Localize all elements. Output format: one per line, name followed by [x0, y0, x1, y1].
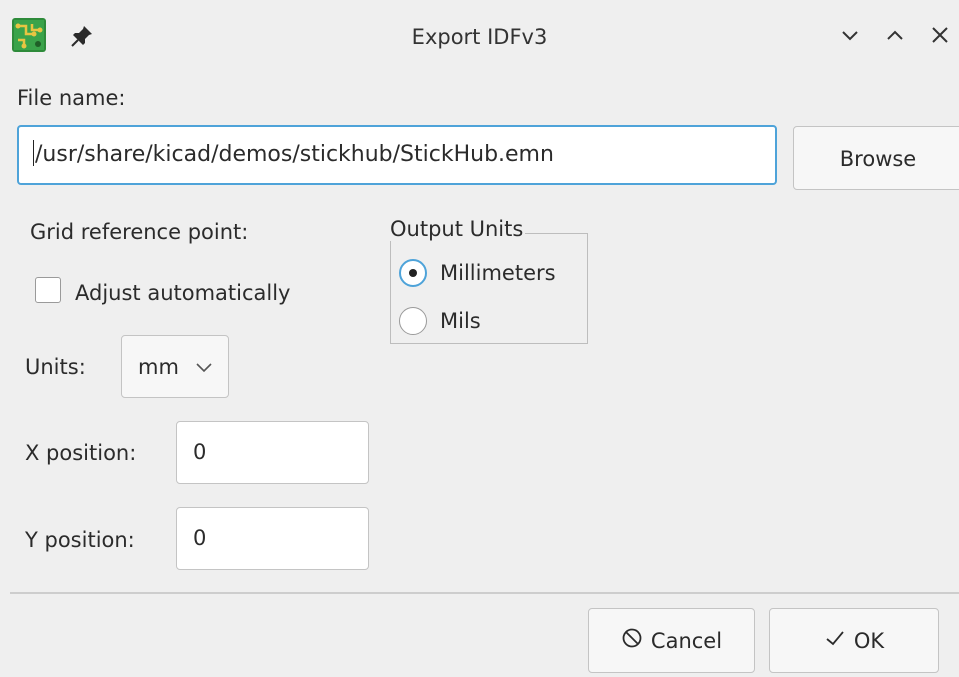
checkmark-icon — [824, 627, 846, 654]
ok-label: OK — [853, 628, 885, 653]
cancel-label: Cancel — [650, 628, 723, 653]
file-name-value: /usr/share/kicad/demos/stickhub/StickHub… — [35, 142, 554, 167]
mils-label[interactable]: Mils — [440, 309, 481, 333]
cancel-button[interactable]: Cancel — [588, 608, 755, 673]
file-name-label: File name: — [17, 86, 126, 110]
x-position-input[interactable]: 0 — [176, 421, 369, 484]
grid-reference-label: Grid reference point: — [30, 220, 249, 244]
units-label: Units: — [25, 355, 86, 379]
maximize-icon[interactable] — [880, 20, 910, 50]
close-icon[interactable] — [925, 20, 955, 50]
adjust-automatically-checkbox[interactable] — [35, 277, 61, 303]
output-units-title: Output Units — [388, 217, 526, 241]
millimeters-radio[interactable] — [399, 259, 427, 287]
window-title: Export IDFv3 — [411, 25, 548, 49]
minimize-icon[interactable] — [835, 20, 865, 50]
x-position-label: X position: — [25, 441, 137, 465]
units-select[interactable]: mm — [121, 335, 229, 398]
text-cursor — [33, 140, 34, 166]
y-position-input[interactable]: 0 — [176, 507, 369, 570]
y-position-label: Y position: — [25, 528, 135, 552]
separator — [10, 592, 959, 594]
file-name-input[interactable]: /usr/share/kicad/demos/stickhub/StickHub… — [17, 125, 777, 185]
cancel-icon — [621, 627, 643, 654]
millimeters-label[interactable]: Millimeters — [440, 261, 556, 285]
browse-button[interactable]: Browse — [793, 126, 959, 190]
chevron-down-icon — [195, 359, 213, 378]
ok-button[interactable]: OK — [769, 608, 939, 673]
adjust-automatically-label[interactable]: Adjust automatically — [75, 281, 291, 305]
mils-radio[interactable] — [399, 307, 427, 335]
units-select-value: mm — [138, 355, 179, 379]
